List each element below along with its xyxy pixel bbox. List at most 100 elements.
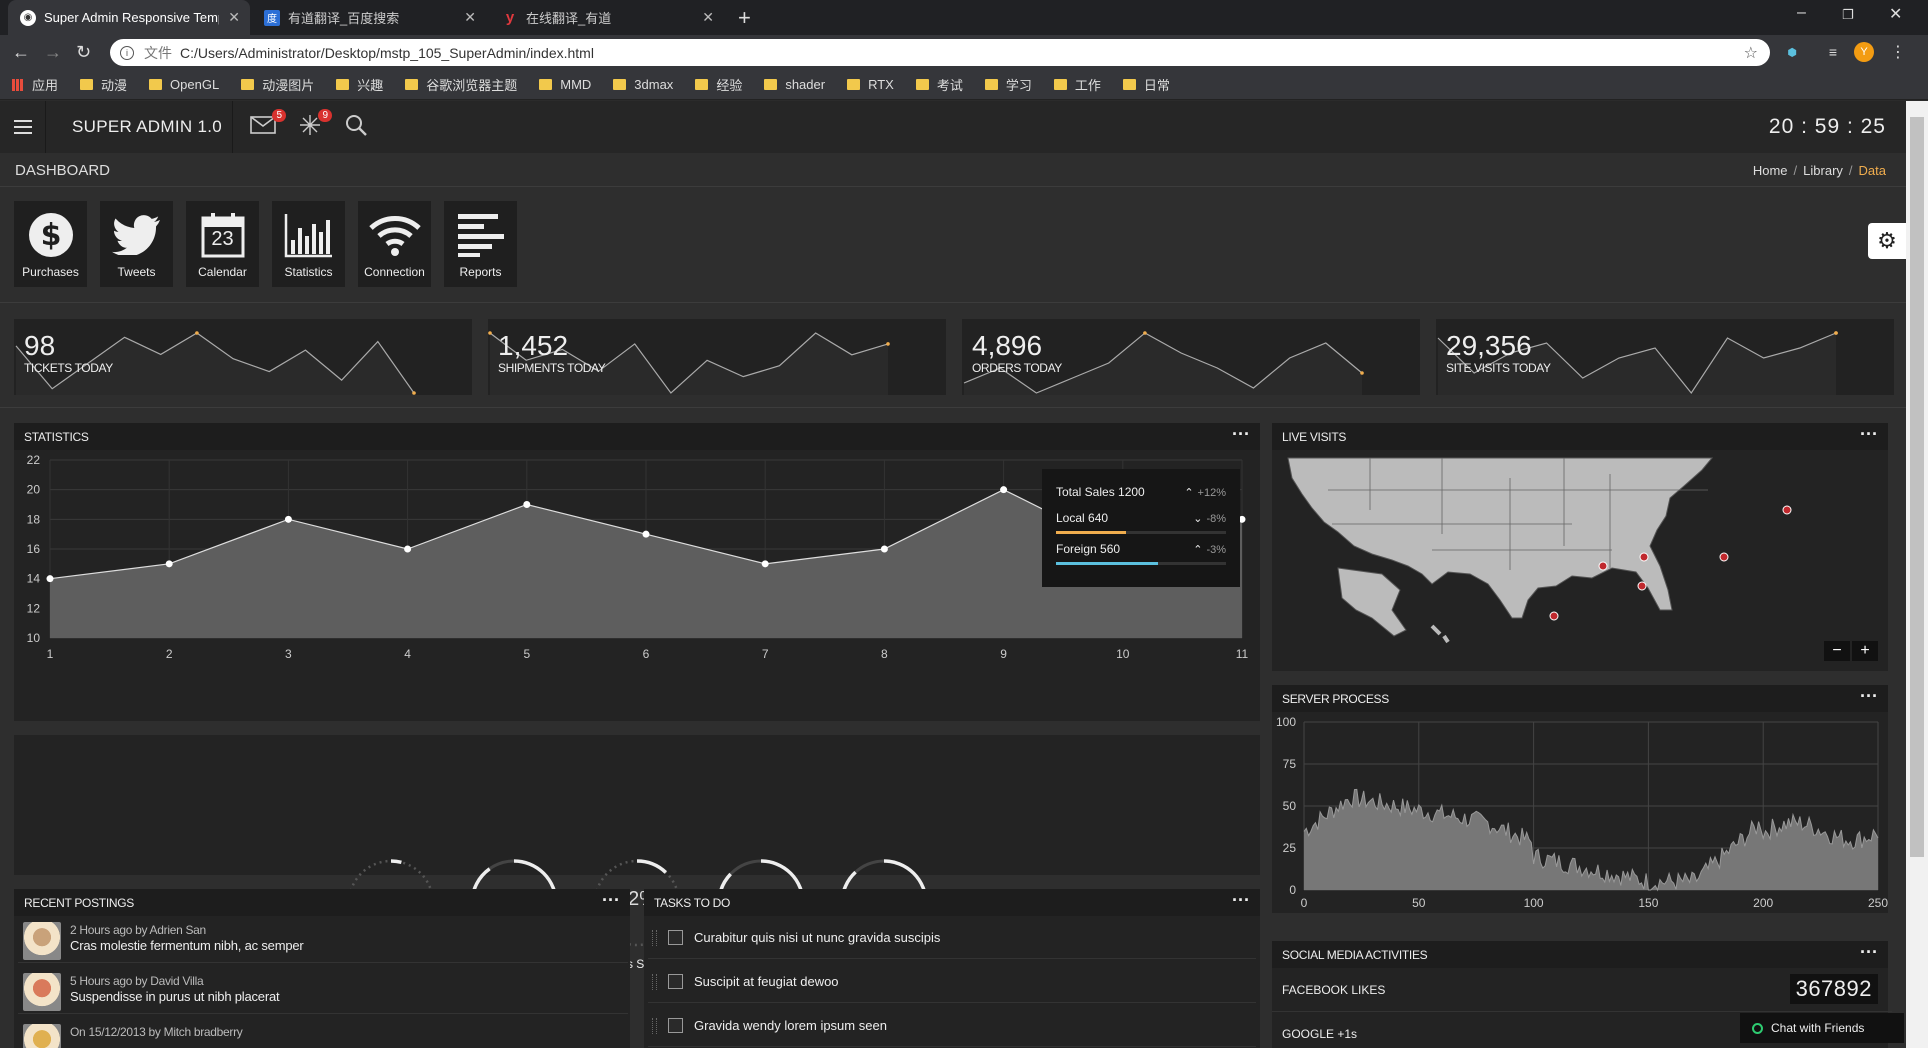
browser-menu-icon[interactable]: ⋮ bbox=[1888, 42, 1908, 62]
bookmark-folder[interactable]: 兴趣 bbox=[336, 75, 383, 94]
tasks-icon[interactable]: 9 bbox=[298, 109, 332, 143]
folder-icon bbox=[80, 79, 94, 90]
shortcut-reports[interactable]: Reports bbox=[444, 201, 517, 287]
scrollbar-thumb[interactable] bbox=[1910, 117, 1924, 857]
stat-value: 98 bbox=[24, 330, 56, 361]
page-scrollbar[interactable] bbox=[1906, 101, 1928, 1048]
shortcut-tweets[interactable]: Tweets bbox=[100, 201, 173, 287]
browser-tab-baidu[interactable]: 度 有道翻译_百度搜索 ✕ bbox=[252, 0, 486, 35]
posting-item[interactable]: On 15/12/2013 by Mitch bradberry bbox=[18, 1018, 628, 1048]
close-tab-icon[interactable]: ✕ bbox=[464, 9, 476, 26]
data-point[interactable] bbox=[46, 575, 54, 583]
panel-menu-icon[interactable]: ··· bbox=[1860, 686, 1878, 707]
drag-handle-icon[interactable] bbox=[652, 930, 657, 946]
shortcut-calendar[interactable]: 23 Calendar bbox=[186, 201, 259, 287]
posting-text[interactable]: Suspendisse in purus ut nibh placerat bbox=[70, 989, 280, 1004]
minimize-button[interactable]: – bbox=[1797, 4, 1806, 22]
data-point[interactable] bbox=[404, 545, 412, 553]
close-tab-icon[interactable]: ✕ bbox=[702, 9, 714, 26]
bookmark-apps[interactable]: 应用 bbox=[12, 75, 58, 94]
bookmark-folder[interactable]: MMD bbox=[539, 77, 591, 92]
bookmark-folder[interactable]: OpenGL bbox=[149, 77, 219, 92]
bookmark-folder[interactable]: 考试 bbox=[915, 75, 963, 94]
task-checkbox[interactable] bbox=[668, 1018, 683, 1033]
chat-with-friends-button[interactable]: Chat with Friends bbox=[1740, 1013, 1904, 1043]
search-icon[interactable] bbox=[344, 113, 368, 143]
bookmark-label: shader bbox=[785, 77, 826, 92]
bookmark-folder[interactable]: 谷歌浏览器主题 bbox=[405, 75, 517, 94]
window-close-button[interactable]: ✕ bbox=[1889, 4, 1902, 24]
stat-value: 29,356 bbox=[1446, 330, 1532, 361]
panel-title: LIVE VISITS bbox=[1282, 430, 1347, 444]
extension-icon[interactable]: ⬢ bbox=[1782, 42, 1802, 62]
breadcrumb-home[interactable]: Home bbox=[1753, 163, 1788, 178]
bookmark-label: 兴趣 bbox=[357, 78, 384, 93]
shortcut-statistics[interactable]: Statistics bbox=[272, 201, 345, 287]
posting-item[interactable]: 2 Hours ago by Adrien San Cras molestie f… bbox=[18, 916, 628, 963]
posting-meta: 5 Hours ago by David Villa bbox=[70, 974, 204, 988]
bookmark-folder[interactable]: 日常 bbox=[1122, 75, 1170, 94]
data-point[interactable] bbox=[523, 501, 531, 508]
y-tick-label: 22 bbox=[27, 453, 41, 467]
panel-menu-icon[interactable]: ··· bbox=[1232, 424, 1250, 445]
bookmark-folder[interactable]: RTX bbox=[847, 77, 894, 92]
settings-gear-icon[interactable]: ⚙ bbox=[1868, 223, 1906, 259]
bookmark-folder[interactable]: 动漫 bbox=[80, 75, 127, 94]
close-tab-icon[interactable]: ✕ bbox=[228, 9, 240, 26]
task-checkbox[interactable] bbox=[668, 930, 683, 945]
y-tick-label: 10 bbox=[27, 631, 41, 645]
browser-tab-youdao[interactable]: y 在线翻译_有道 ✕ bbox=[490, 0, 724, 35]
bookmark-folder[interactable]: 动漫图片 bbox=[241, 75, 314, 94]
globe-icon: ◉ bbox=[20, 9, 36, 26]
new-tab-button[interactable]: + bbox=[738, 5, 751, 31]
panel-menu-icon[interactable]: ··· bbox=[1860, 424, 1878, 445]
data-point[interactable] bbox=[642, 530, 650, 538]
data-point[interactable] bbox=[880, 545, 888, 553]
restore-button[interactable]: ❐ bbox=[1842, 7, 1854, 23]
forward-button[interactable]: → bbox=[44, 42, 62, 63]
menu-toggle-icon[interactable] bbox=[14, 120, 32, 134]
y-tick-label: 16 bbox=[27, 542, 41, 556]
data-point[interactable] bbox=[1000, 486, 1008, 494]
stat-label: ORDERS TODAY bbox=[972, 361, 1062, 375]
drag-handle-icon[interactable] bbox=[652, 1018, 657, 1034]
bookmark-folder[interactable]: 工作 bbox=[1053, 75, 1101, 94]
drag-handle-icon[interactable] bbox=[652, 974, 657, 990]
data-point[interactable] bbox=[284, 515, 292, 523]
profile-avatar[interactable]: Y bbox=[1854, 42, 1874, 62]
bookmark-label: 应用 bbox=[32, 78, 59, 93]
map-zoom-in-button[interactable]: + bbox=[1852, 641, 1878, 661]
posting-item[interactable]: 5 Hours ago by David Villa Suspendisse in… bbox=[18, 967, 628, 1014]
bookmark-folder[interactable]: 经验 bbox=[695, 75, 742, 94]
back-button[interactable]: ← bbox=[12, 42, 30, 63]
task-checkbox[interactable] bbox=[668, 974, 683, 989]
brand-title[interactable]: SUPER ADMIN 1.0 bbox=[72, 117, 222, 137]
reload-button[interactable]: ↻ bbox=[76, 42, 91, 63]
shortcut-connection[interactable]: Connection bbox=[358, 201, 431, 287]
tooltip-label: Total Sales 1200 bbox=[1056, 485, 1145, 499]
posting-meta: 2 Hours ago by Adrien San bbox=[70, 923, 206, 937]
avatar bbox=[23, 922, 61, 960]
panel-menu-icon[interactable]: ··· bbox=[1860, 942, 1878, 963]
address-bar[interactable]: i 文件 C:/Users/Administrator/Desktop/mstp… bbox=[110, 39, 1770, 66]
info-icon[interactable]: i bbox=[120, 45, 134, 60]
panel-menu-icon[interactable]: ··· bbox=[1232, 890, 1250, 911]
browser-tab-super-admin[interactable]: ◉ Super Admin Responsive Template ✕ bbox=[8, 0, 250, 35]
bookmark-star-icon[interactable]: ☆ bbox=[1744, 43, 1758, 63]
folder-icon bbox=[613, 79, 627, 90]
breadcrumb-library[interactable]: Library bbox=[1803, 163, 1843, 178]
panel-menu-icon[interactable]: ··· bbox=[602, 890, 620, 911]
folder-icon bbox=[336, 79, 350, 90]
breadcrumb: Home / Library / Data bbox=[1752, 163, 1886, 178]
shortcut-purchases[interactable]: $ Purchases bbox=[14, 201, 87, 287]
avatar bbox=[23, 1024, 61, 1048]
map-zoom-out-button[interactable]: − bbox=[1824, 641, 1850, 661]
posting-text[interactable]: Cras molestie fermentum nibh, ac semper bbox=[70, 938, 304, 953]
bookmark-folder[interactable]: shader bbox=[764, 77, 825, 92]
reading-list-icon[interactable]: ≡ bbox=[1823, 42, 1843, 62]
data-point[interactable] bbox=[165, 560, 173, 568]
mail-icon[interactable]: 5 bbox=[250, 109, 286, 141]
bookmark-folder[interactable]: 3dmax bbox=[613, 77, 673, 92]
bookmark-folder[interactable]: 学习 bbox=[984, 75, 1032, 94]
data-point[interactable] bbox=[761, 560, 769, 568]
